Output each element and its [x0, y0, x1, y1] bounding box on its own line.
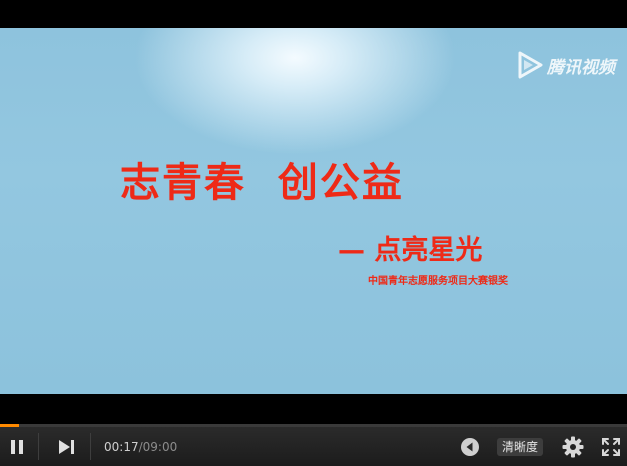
- video-award-caption: 中国青年志愿服务项目大赛银奖: [368, 276, 508, 287]
- fullscreen-icon: [602, 437, 620, 456]
- time-display: 00:17/09:00: [104, 440, 177, 454]
- danmaku-button[interactable]: [457, 427, 483, 466]
- fullscreen-button[interactable]: [598, 427, 624, 466]
- divider: [38, 433, 39, 460]
- pause-icon: [11, 439, 23, 454]
- video-subline: — 点亮星光: [338, 235, 483, 266]
- tencent-video-logo-icon: [518, 51, 543, 79]
- watermark-text: 腾讯视频: [547, 57, 615, 78]
- settings-button[interactable]: [560, 427, 586, 466]
- total-time: 09:00: [142, 440, 178, 454]
- control-bar: 00:17/09:00 清晰度: [0, 427, 627, 466]
- current-time: 00:17: [104, 440, 139, 454]
- settings-gear-icon: [562, 436, 584, 457]
- video-frame[interactable]: 腾讯视频 志青春 创公益 — 点亮星光 中国青年志愿服务项目大赛银奖: [0, 28, 627, 394]
- divider: [90, 433, 91, 460]
- next-button[interactable]: [48, 427, 84, 466]
- letterbox-top: [0, 0, 627, 28]
- letterbox-bottom: [0, 394, 627, 424]
- video-headline: 志青春 创公益: [120, 160, 404, 206]
- tencent-video-watermark: 腾讯视频: [514, 50, 615, 80]
- video-player: 腾讯视频 志青春 创公益 — 点亮星光 中国青年志愿服务项目大赛银奖 00:17…: [0, 0, 627, 466]
- pause-button[interactable]: [0, 427, 34, 466]
- next-icon: [59, 439, 74, 454]
- quality-button[interactable]: 清晰度: [497, 438, 544, 456]
- danmaku-icon: [461, 437, 479, 456]
